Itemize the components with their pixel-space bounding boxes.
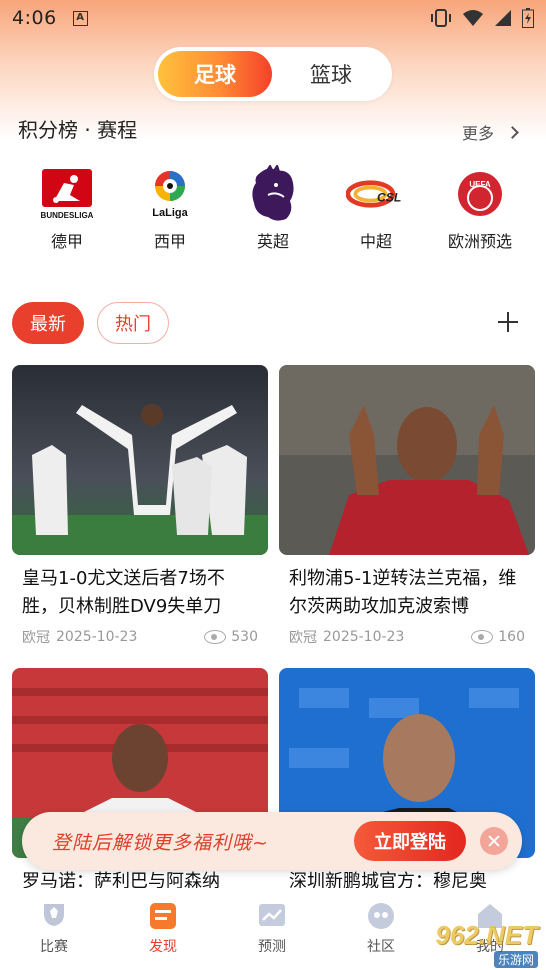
news-card[interactable]: 皇马1-0尤文送后者7场不胜，贝林制胜DV9失单刀 欧冠 2025-10-23 … <box>12 365 268 647</box>
trophy-icon <box>37 900 71 932</box>
news-view-count: 160 <box>498 629 525 645</box>
nav-label: 比赛 <box>40 939 68 955</box>
svg-text:LaLiga: LaLiga <box>152 207 188 219</box>
login-button[interactable]: 立即登陆 <box>354 821 466 861</box>
league-csl[interactable]: CSL 中超 <box>331 165 421 252</box>
news-meta: 欧冠 2025-10-23 530 <box>12 627 268 647</box>
news-meta: 欧冠 2025-10-23 160 <box>279 627 535 647</box>
add-icon[interactable] <box>498 310 522 334</box>
news-view-count: 530 <box>231 629 258 645</box>
league-laliga[interactable]: LaLiga 西甲 <box>125 165 215 252</box>
standings-more-link[interactable]: 更多 <box>462 120 519 144</box>
tab-football[interactable]: 足球 <box>158 51 272 97</box>
league-premier-league[interactable]: 英超 <box>228 165 318 252</box>
premier-league-logo <box>243 165 303 223</box>
filter-latest[interactable]: 最新 <box>12 302 84 344</box>
news-card[interactable]: 深圳新鹏城官方：穆尼奥 <box>279 668 535 924</box>
nav-item-predict[interactable]: 预测 <box>232 900 312 956</box>
league-name: 德甲 <box>50 232 83 251</box>
tab-basketball[interactable]: 篮球 <box>274 51 388 97</box>
news-card[interactable]: 罗马诺：萨利巴与阿森纳 <box>12 668 268 924</box>
signal-icon <box>495 10 511 26</box>
filter-hot[interactable]: 热门 <box>97 302 169 344</box>
nav-item-matches[interactable]: 比赛 <box>14 900 94 956</box>
news-tag: 欧冠 <box>289 630 317 646</box>
sport-tab-switch: 足球 篮球 <box>154 47 392 101</box>
chart-icon <box>255 900 289 932</box>
nav-label: 社区 <box>367 939 395 955</box>
chevron-right-icon <box>506 125 519 139</box>
svg-text:CSL: CSL <box>377 191 401 205</box>
news-title: 皇马1-0尤文送后者7场不胜，贝林制胜DV9失单刀 <box>22 568 225 617</box>
vibrate-icon <box>431 9 451 27</box>
uefa-logo: UEFA <box>450 165 510 223</box>
login-banner-text: 登陆后解锁更多福利哦~ <box>52 831 269 854</box>
wifi-icon <box>463 10 483 26</box>
status-icons <box>430 8 534 28</box>
news-tag: 欧冠 <box>22 630 50 646</box>
news-image <box>279 365 535 555</box>
discover-icon <box>146 900 180 932</box>
nav-label: 发现 <box>149 939 177 955</box>
league-uefa[interactable]: UEFA 欧洲预选 <box>435 165 525 252</box>
community-icon <box>364 900 398 932</box>
laliga-logo: LaLiga <box>140 165 200 223</box>
more-label: 更多 <box>462 124 495 143</box>
watermark-brand: 962.NET <box>435 920 538 950</box>
league-name: 中超 <box>359 232 392 251</box>
nav-label: 预测 <box>258 939 286 955</box>
battery-icon <box>522 8 534 28</box>
status-bar: 4:06 A <box>0 0 546 36</box>
nav-item-discover[interactable]: 发现 <box>123 900 203 956</box>
news-views: 160 <box>471 629 525 645</box>
svg-text:UEFA: UEFA <box>469 180 491 189</box>
notification-icon: A <box>72 10 88 26</box>
status-time: 4:06 <box>12 7 57 29</box>
csl-logo: CSL <box>346 165 406 223</box>
watermark-sub: 乐游网 <box>493 951 538 968</box>
news-image <box>12 365 268 555</box>
news-card[interactable]: 利物浦5-1逆转法兰克福，维尔茨两助攻加克波索博 欧冠 2025-10-23 1… <box>279 365 535 647</box>
league-name: 西甲 <box>153 232 186 251</box>
svg-text:BUNDESLIGA: BUNDESLIGA <box>41 211 94 220</box>
standings-title: 积分榜 · 赛程 <box>18 118 138 142</box>
news-date: 2025-10-23 <box>56 629 138 645</box>
news-views: 530 <box>204 629 258 645</box>
league-name: 欧洲预选 <box>447 232 512 251</box>
league-bundesliga[interactable]: BUNDESLIGA 德甲 <box>22 165 112 252</box>
bundesliga-logo: BUNDESLIGA <box>37 165 97 223</box>
watermark-logo: 962.NET 乐游网 <box>408 920 546 970</box>
league-name: 英超 <box>256 232 289 251</box>
news-date: 2025-10-23 <box>323 629 405 645</box>
close-icon[interactable] <box>480 827 508 855</box>
news-title: 利物浦5-1逆转法兰克福，维尔茨两助攻加克波索博 <box>289 568 517 617</box>
eye-icon <box>204 630 227 644</box>
login-banner: 登陆后解锁更多福利哦~ 立即登陆 <box>22 812 522 870</box>
eye-icon <box>471 630 494 644</box>
